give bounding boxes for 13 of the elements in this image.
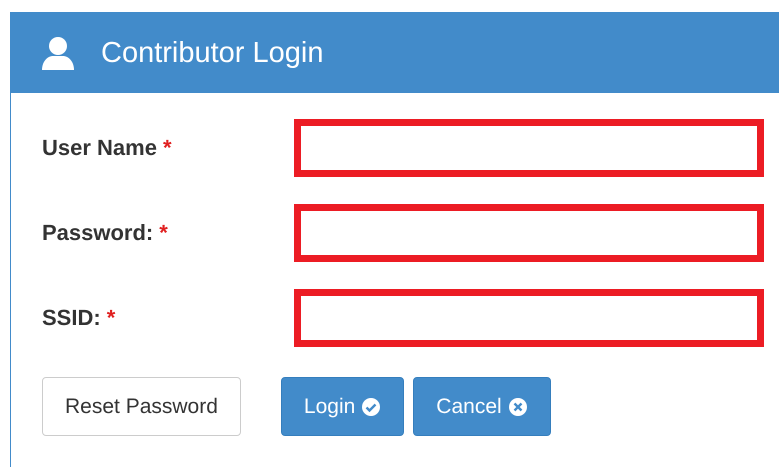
check-circle-icon: [361, 396, 382, 416]
login-button[interactable]: Login: [280, 377, 404, 436]
input-field[interactable]: [294, 204, 764, 262]
user-icon: [41, 36, 75, 70]
input-field[interactable]: [294, 119, 764, 177]
input-field[interactable]: [294, 289, 764, 347]
field-label: SSID: *: [42, 305, 116, 331]
panel-title: Contributor Login: [101, 36, 324, 70]
field-label: User Name *: [42, 135, 173, 161]
cancel-button[interactable]: Cancel: [413, 377, 551, 436]
field-label: Password: *: [42, 220, 169, 246]
close-circle-icon: [508, 396, 528, 416]
reset-password-button[interactable]: Reset Password: [42, 377, 241, 436]
